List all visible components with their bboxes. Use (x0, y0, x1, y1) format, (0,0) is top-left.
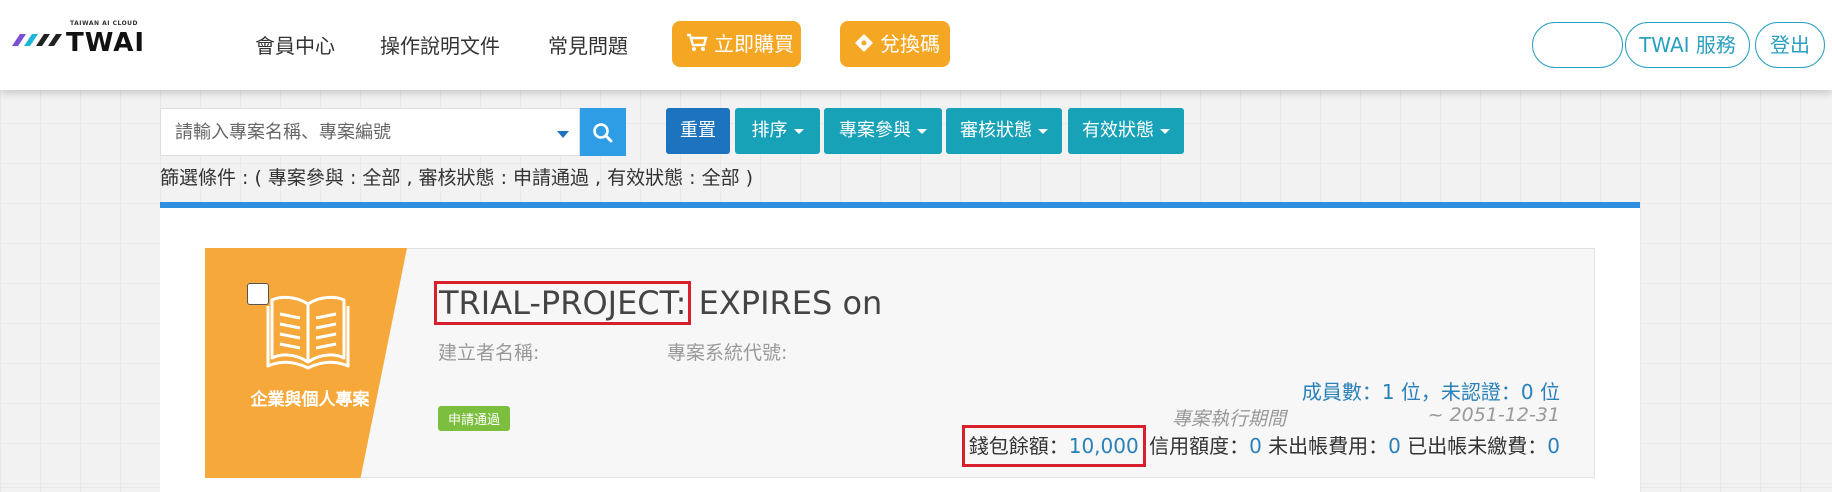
twai-logo[interactable]: TAIWAN AI CLOUD TWAI (10, 20, 160, 58)
execution-period-label: 專案執行期間 (1172, 408, 1287, 430)
system-code-label: 專案系統代號: (667, 342, 788, 364)
search-input[interactable] (161, 109, 541, 155)
participation-label: 專案參與 (839, 120, 911, 141)
search-icon (593, 123, 613, 143)
project-balances: 錢包餘額：10,000 信用額度：0 未出帳費用：0 已出帳未繳費：0 (961, 425, 1560, 467)
redeem-code-label: 兌換碼 (880, 32, 940, 56)
execution-period-value: ~ 2051-12-31 (1427, 404, 1560, 426)
logo-tagline: TAIWAN AI CLOUD (70, 20, 139, 27)
unbilled-fee-label: 未出帳費用： (1261, 434, 1389, 458)
ticket-icon (855, 34, 873, 52)
review-status-label: 審核狀態 (960, 120, 1032, 141)
review-status-dropdown[interactable]: 審核狀態 (946, 108, 1062, 154)
wallet-balance: 錢包餘額：10,000 (961, 425, 1146, 467)
redeem-code-button[interactable]: 兌換碼 (840, 21, 950, 67)
wallet-balance-value: 10,000 (1068, 434, 1139, 458)
member-count-text: 成員數：1 位，未認證：0 位 (1301, 380, 1560, 404)
project-title[interactable]: TRIAL-PROJECT: EXPIRES on (433, 281, 883, 325)
buy-now-button[interactable]: 立即購買 (672, 21, 801, 67)
project-title-prefix: TRIAL-PROJECT: (433, 281, 692, 325)
reset-button[interactable]: 重置 (666, 108, 730, 154)
project-category-label: 企業與個人專案 (250, 390, 370, 410)
nav-docs[interactable]: 操作說明文件 (380, 30, 500, 59)
caret-down-icon (1038, 128, 1048, 134)
open-book-icon (266, 295, 350, 370)
search-combobox[interactable] (160, 108, 580, 156)
creator-name-label: 建立者名稱: (438, 342, 540, 364)
status-badge: 申請通過 (438, 406, 511, 431)
logout-button[interactable]: 登出 (1755, 22, 1825, 68)
nav-member-center[interactable]: 會員中心 (255, 30, 335, 59)
wallet-balance-label: 錢包餘額： (968, 434, 1069, 458)
billed-unpaid-label: 已出帳未繳費： (1400, 434, 1548, 458)
twai-services-button[interactable]: TWAI 服務 (1625, 22, 1750, 68)
caret-down-icon (1160, 128, 1170, 134)
caret-down-icon (793, 128, 804, 134)
credit-limit-label: 信用額度： (1142, 434, 1250, 458)
unbilled-fee-value: 0 (1388, 434, 1401, 458)
nav-faq[interactable]: 常見問題 (548, 30, 628, 59)
caret-down-icon (917, 128, 927, 134)
sort-label: 排序 (751, 120, 788, 141)
logo-mark-icon (12, 34, 62, 46)
credit-limit-value: 0 (1249, 434, 1262, 458)
user-account-button[interactable] (1532, 22, 1623, 68)
search-dropdown-caret-icon[interactable] (557, 131, 569, 138)
search-button[interactable] (580, 108, 626, 156)
top-navbar: TAIWAN AI CLOUD TWAI 會員中心 操作說明文件 常見問題 立即… (0, 0, 1832, 90)
logo-wordmark: TWAI (66, 28, 146, 58)
project-title-suffix: EXPIRES on (688, 284, 883, 322)
validity-status-dropdown[interactable]: 有效狀態 (1068, 108, 1184, 154)
billed-unpaid-value: 0 (1547, 434, 1560, 458)
sort-dropdown[interactable]: 排序 (735, 108, 820, 154)
buy-now-label: 立即購買 (714, 32, 794, 56)
cart-icon (687, 33, 708, 51)
validity-status-label: 有效狀態 (1082, 120, 1154, 141)
active-filters-text: 篩選條件 : ( 專案參與 : 全部 , 審核狀態 : 申請通過 , 有效狀態 … (160, 167, 754, 189)
participation-dropdown[interactable]: 專案參與 (824, 108, 942, 154)
